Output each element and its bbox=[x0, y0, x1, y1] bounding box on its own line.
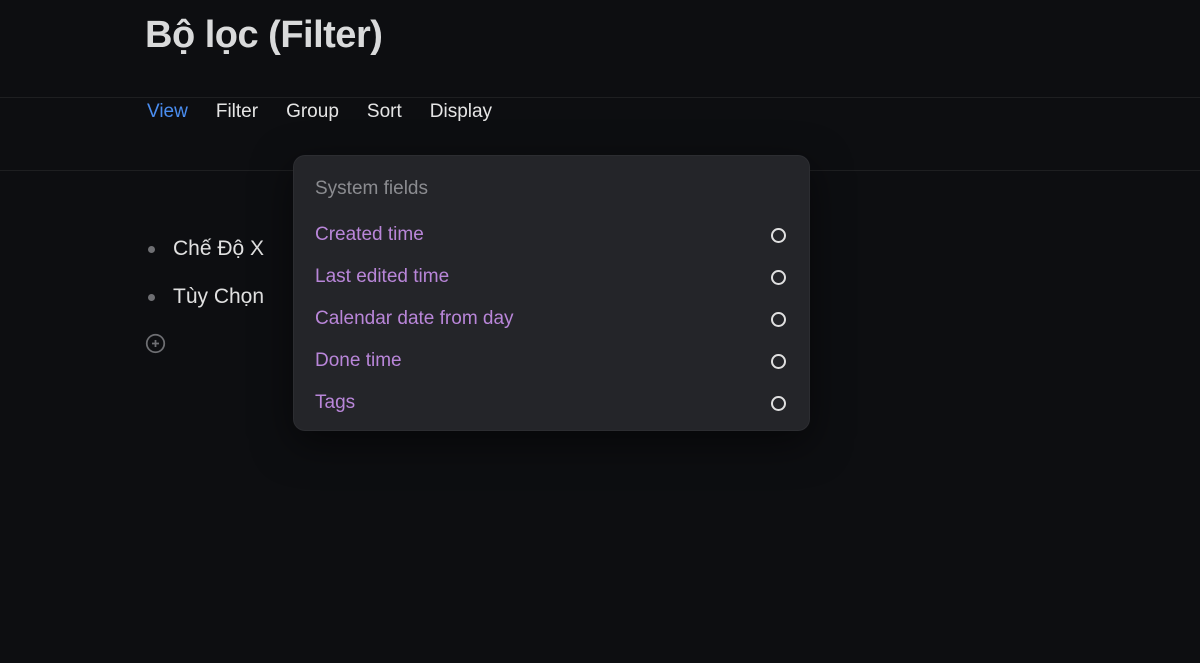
radio-icon bbox=[771, 228, 786, 243]
bullet-icon bbox=[148, 246, 155, 253]
radio-icon bbox=[771, 270, 786, 285]
dropdown-item-tags[interactable]: Tags bbox=[294, 382, 809, 424]
dropdown-item-done-time[interactable]: Done time bbox=[294, 340, 809, 382]
dropdown-item-label: Calendar date from day bbox=[315, 308, 514, 330]
dropdown-item-label: Tags bbox=[315, 392, 355, 414]
tab-display[interactable]: Display bbox=[430, 101, 492, 123]
dropdown-item-label: Created time bbox=[315, 224, 424, 246]
content-list: Chế Độ X Tùy Chọn bbox=[148, 237, 264, 360]
dropdown-header: System fields bbox=[294, 170, 809, 214]
page-title: Bộ lọc (Filter) bbox=[0, 0, 1200, 57]
tab-filter[interactable]: Filter bbox=[216, 101, 258, 123]
tab-view[interactable]: View bbox=[147, 101, 188, 123]
dropdown-item-created-time[interactable]: Created time bbox=[294, 214, 809, 256]
system-fields-dropdown: System fields Created time Last edited t… bbox=[293, 155, 810, 431]
list-item[interactable]: Chế Độ X bbox=[148, 237, 264, 261]
list-item[interactable]: Tùy Chọn bbox=[148, 285, 264, 309]
add-item-button[interactable] bbox=[145, 333, 264, 360]
list-item-label: Chế Độ X bbox=[173, 237, 264, 261]
dropdown-item-label: Done time bbox=[315, 350, 402, 372]
plus-circle-icon bbox=[145, 333, 166, 354]
dropdown-item-calendar-date[interactable]: Calendar date from day bbox=[294, 298, 809, 340]
radio-icon bbox=[771, 354, 786, 369]
dropdown-item-label: Last edited time bbox=[315, 266, 449, 288]
divider bbox=[0, 97, 1200, 98]
bullet-icon bbox=[148, 294, 155, 301]
radio-icon bbox=[771, 396, 786, 411]
radio-icon bbox=[771, 312, 786, 327]
dropdown-item-last-edited-time[interactable]: Last edited time bbox=[294, 256, 809, 298]
tab-bar: View Filter Group Sort Display bbox=[0, 57, 1200, 123]
tab-sort[interactable]: Sort bbox=[367, 101, 402, 123]
tab-group[interactable]: Group bbox=[286, 101, 339, 123]
list-item-label: Tùy Chọn bbox=[173, 285, 264, 309]
